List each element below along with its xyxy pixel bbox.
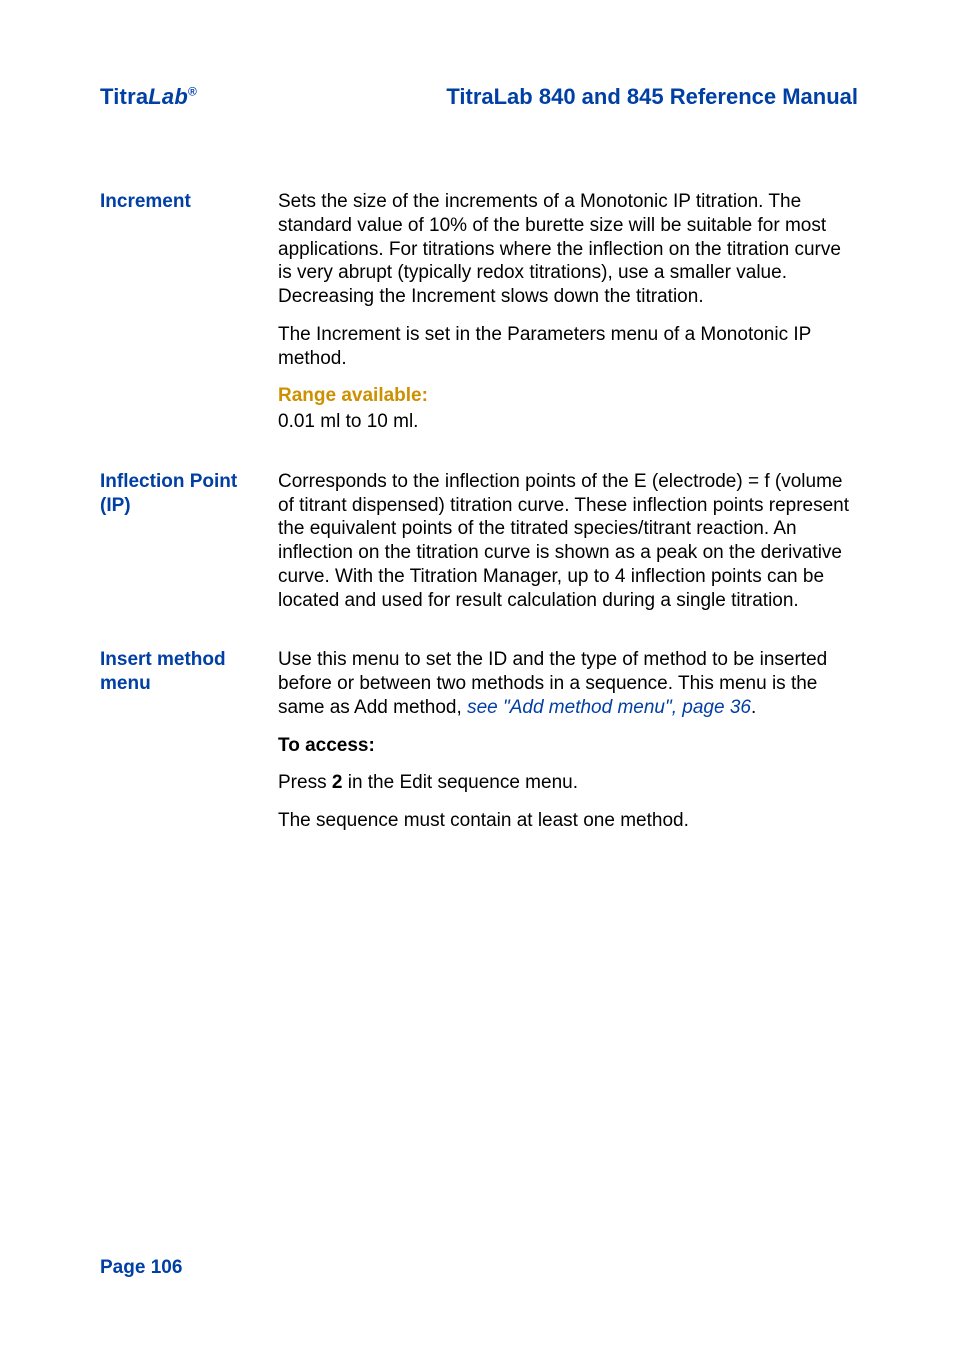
page-title: TitraLab 840 and 845 Reference Manual bbox=[446, 84, 858, 110]
term-col: Increment bbox=[100, 190, 278, 214]
range-available-value: 0.01 ml to 10 ml. bbox=[278, 410, 858, 434]
entry-increment: Increment Sets the size of the increment… bbox=[100, 190, 858, 434]
access-pre: Press bbox=[278, 772, 332, 793]
page-footer: Page 106 bbox=[100, 1257, 182, 1279]
term-col: Inflection Point (IP) bbox=[100, 470, 278, 518]
term-increment: Increment bbox=[100, 190, 268, 214]
def-col: Use this menu to set the ID and the type… bbox=[278, 648, 858, 833]
access-post: in the Edit sequence menu. bbox=[342, 772, 578, 793]
brand-prefix: Titra bbox=[100, 84, 148, 109]
page: TitraLab® TitraLab 840 and 845 Reference… bbox=[0, 0, 954, 1351]
term-insert-method-menu: Insert method menu bbox=[100, 648, 268, 696]
increment-paragraph-1: Sets the size of the increments of a Mon… bbox=[278, 190, 858, 309]
range-available-label: Range available: bbox=[278, 384, 858, 408]
insert-note: The sequence must contain at least one m… bbox=[278, 809, 858, 833]
entry-insert-method-menu: Insert method menu Use this menu to set … bbox=[100, 648, 858, 833]
inflection-paragraph-1: Corresponds to the inflection points of … bbox=[278, 470, 858, 613]
brand-logo: TitraLab® bbox=[100, 84, 197, 110]
term-col: Insert method menu bbox=[100, 648, 278, 696]
to-access-label: To access: bbox=[278, 734, 858, 758]
def-col: Corresponds to the inflection points of … bbox=[278, 470, 858, 613]
def-col: Sets the size of the increments of a Mon… bbox=[278, 190, 858, 434]
page-number-label: Page 106 bbox=[100, 1257, 182, 1278]
brand-lab: Lab bbox=[148, 84, 188, 109]
access-key: 2 bbox=[332, 772, 343, 793]
to-access-instruction: Press 2 in the Edit sequence menu. bbox=[278, 771, 858, 795]
insert-p1-post: . bbox=[751, 697, 756, 718]
increment-paragraph-2: The Increment is set in the Parameters m… bbox=[278, 323, 858, 371]
page-header: TitraLab® TitraLab 840 and 845 Reference… bbox=[100, 84, 858, 110]
brand-registered: ® bbox=[188, 85, 197, 99]
term-inflection-point: Inflection Point (IP) bbox=[100, 470, 268, 518]
entry-inflection-point: Inflection Point (IP) Corresponds to the… bbox=[100, 470, 858, 613]
insert-paragraph-1: Use this menu to set the ID and the type… bbox=[278, 648, 858, 719]
add-method-link[interactable]: see "Add method menu", page 36 bbox=[467, 697, 751, 718]
